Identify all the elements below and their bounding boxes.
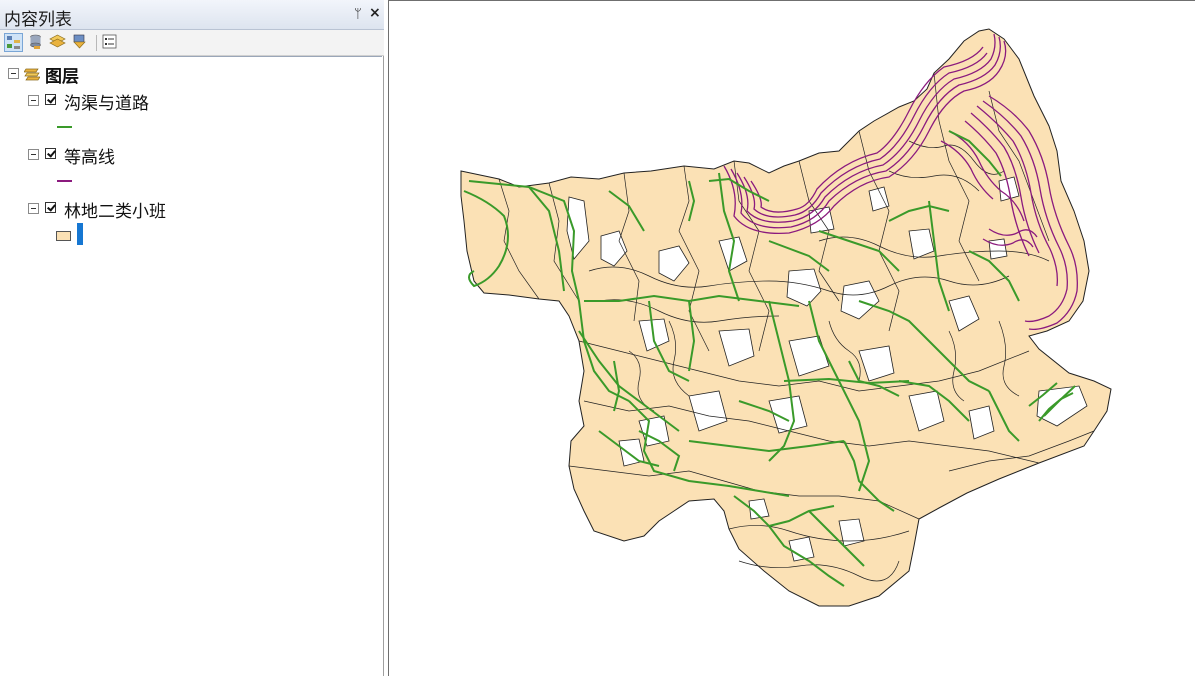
- layer-collapse-toggle[interactable]: [28, 95, 39, 106]
- root-layer-group-label[interactable]: 图层: [45, 62, 79, 87]
- layer-label-forest-subcompartments[interactable]: 林地二类小班: [64, 197, 166, 222]
- legend-line-swatch-roads: [57, 126, 72, 128]
- forest-boundary-polygon: [460, 28, 1112, 607]
- map-canvas[interactable]: [389, 1, 1195, 676]
- layer-tree: 图层 沟渠与道路 等高线 林地二类小班: [0, 56, 382, 676]
- layer-label-ditches-roads[interactable]: 沟渠与道路: [64, 89, 149, 114]
- layer-visibility-checkbox[interactable]: [45, 148, 56, 159]
- pin-icon[interactable]: ᛘ: [354, 7, 362, 22]
- list-by-selection-button[interactable]: [71, 33, 90, 52]
- toc-title: 内容列表: [4, 10, 72, 30]
- options-icon: [102, 34, 117, 49]
- list-by-visibility-icon: [49, 34, 66, 48]
- toc-toolbar: [0, 30, 384, 56]
- root-collapse-toggle[interactable]: [8, 68, 19, 79]
- list-by-selection-icon: [73, 34, 86, 49]
- list-by-source-button[interactable]: [27, 33, 46, 52]
- layers-icon: [24, 68, 40, 81]
- legend-polygon-swatch: [56, 231, 71, 241]
- toolbar-separator: [96, 35, 97, 51]
- list-by-drawing-order-button[interactable]: [4, 33, 23, 52]
- list-by-drawing-order-icon: [7, 36, 20, 49]
- legend-line-swatch-contours: [57, 180, 72, 182]
- selection-caret-marker: [77, 223, 83, 245]
- close-icon[interactable]: ×: [369, 5, 381, 21]
- options-button[interactable]: [101, 33, 120, 52]
- layer-visibility-checkbox[interactable]: [45, 94, 56, 105]
- table-of-contents-pane: 内容列表 ᛘ × 图层 沟渠与道路 等高线 林地二类小班: [0, 0, 384, 676]
- layer-collapse-toggle[interactable]: [28, 203, 39, 214]
- layer-visibility-checkbox[interactable]: [45, 202, 56, 213]
- layer-collapse-toggle[interactable]: [28, 149, 39, 160]
- list-by-visibility-button[interactable]: [49, 33, 68, 52]
- list-by-source-icon: [30, 34, 41, 49]
- layer-label-contours[interactable]: 等高线: [64, 143, 115, 168]
- map-view[interactable]: [388, 0, 1195, 676]
- toc-title-bar: 内容列表 ᛘ ×: [0, 0, 384, 30]
